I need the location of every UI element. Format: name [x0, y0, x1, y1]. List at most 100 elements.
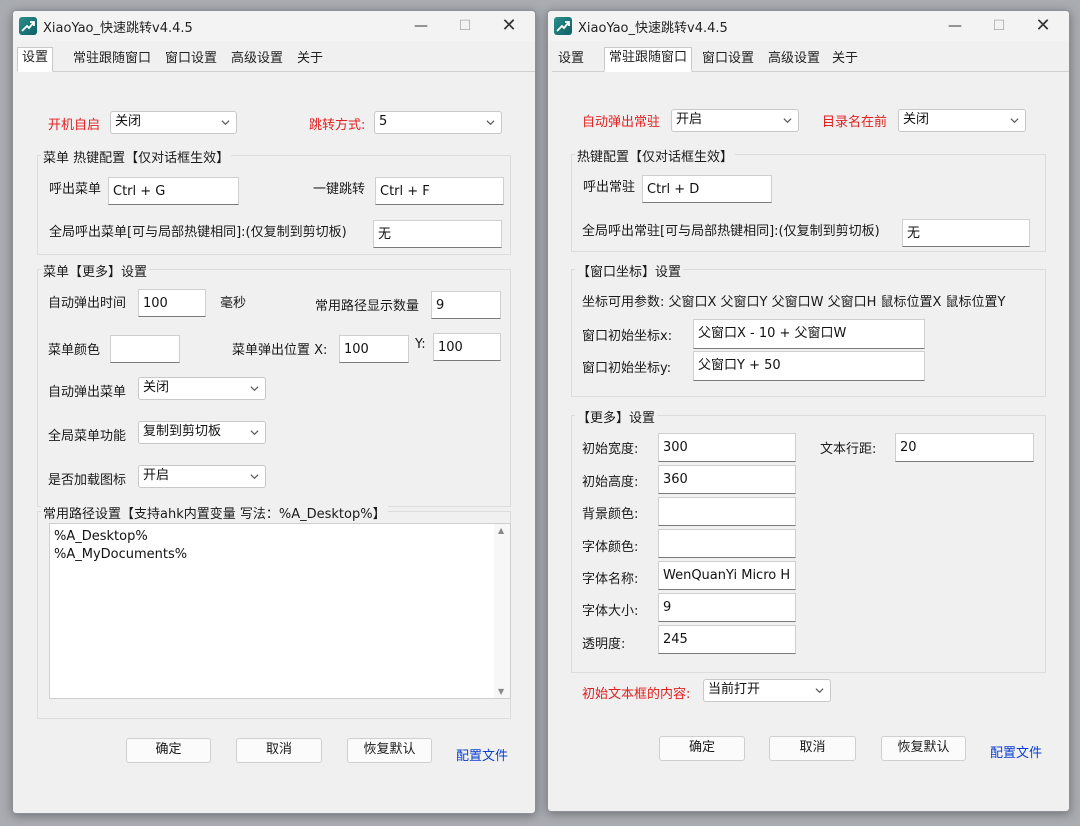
call-menu-label: 呼出菜单 — [49, 182, 102, 197]
chevron-down-icon — [250, 474, 259, 480]
path-count-label: 常用路径显示数量 — [315, 299, 420, 314]
global-resident-hotkey-input[interactable]: 无 — [902, 219, 1030, 247]
line-spacing-label: 文本行距: — [820, 442, 877, 457]
tab-resident-window[interactable]: 常驻跟随窗口 — [69, 49, 155, 70]
auto-resident-value: 开启 — [676, 112, 703, 127]
init-text-value: 当前打开 — [708, 682, 761, 697]
tab-advanced-settings[interactable]: 高级设置 — [227, 49, 287, 70]
call-menu-hotkey-input[interactable]: Ctrl + G — [108, 177, 239, 205]
popup-position-x-input[interactable]: 100 — [339, 335, 409, 363]
settings-window-left: XiaoYao_快速跳转v4.4.5 — ☐ ✕ 设置 常驻跟随窗口 窗口设置 … — [12, 10, 536, 814]
minimize-button[interactable]: — — [933, 11, 977, 41]
dir-name-first-select[interactable]: 关闭 — [898, 109, 1026, 132]
init-y-input[interactable]: 父窗口Y + 50 — [693, 351, 925, 381]
line-spacing-input[interactable]: 20 — [895, 433, 1034, 462]
bg-color-input[interactable] — [658, 497, 796, 526]
call-resident-hotkey-input[interactable]: Ctrl + D — [642, 175, 772, 203]
chevron-down-icon — [250, 430, 259, 436]
font-size-input[interactable]: 9 — [658, 593, 796, 622]
maximize-button[interactable]: ☐ — [977, 11, 1021, 41]
global-menu-hotkey-input[interactable]: 无 — [373, 220, 502, 248]
tab-window-settings[interactable]: 窗口设置 — [698, 49, 758, 70]
chevron-down-icon — [250, 386, 259, 392]
init-y-label: 窗口初始坐标y: — [582, 361, 672, 376]
load-icon-value: 开启 — [143, 468, 170, 483]
cancel-button[interactable]: 取消 — [769, 736, 856, 761]
init-width-input[interactable]: 300 — [658, 433, 796, 462]
global-menu-function-value: 复制到剪切板 — [143, 424, 222, 439]
coord-params-label: 坐标可用参数: 父窗口X 父窗口Y 父窗口W 父窗口H 鼠标位置X 鼠标位置Y — [582, 295, 1006, 310]
chevron-down-icon — [815, 688, 824, 694]
font-name-input[interactable]: WenQuanYi Micro H — [658, 561, 796, 590]
global-menu-function-label: 全局菜单功能 — [48, 429, 127, 444]
scroll-up-icon[interactable]: ▲ — [498, 526, 504, 535]
popup-position-x-label: 菜单弹出位置 X: — [232, 343, 328, 358]
ok-button[interactable]: 确定 — [126, 738, 211, 763]
chevron-down-icon — [221, 120, 230, 126]
jump-mode-value: 5 — [379, 114, 388, 129]
tab-about[interactable]: 关于 — [828, 49, 862, 70]
tab-bar: 设置 常驻跟随窗口 窗口设置 高级设置 关于 — [552, 47, 1069, 72]
chevron-down-icon — [1010, 118, 1019, 124]
chevron-down-icon — [783, 118, 792, 124]
autostart-select[interactable]: 关闭 — [110, 111, 237, 134]
hotkey-group-title: 热键配置【仅对话框生效】 — [575, 146, 736, 165]
close-button[interactable]: ✕ — [1021, 11, 1065, 41]
tab-about[interactable]: 关于 — [293, 49, 327, 70]
auto-popup-menu-label: 自动弹出菜单 — [48, 385, 127, 400]
more-settings-group-title: 【更多】设置 — [575, 407, 658, 426]
title-bar[interactable]: XiaoYao_快速跳转v4.4.5 — ☐ ✕ — [13, 11, 535, 41]
app-icon — [554, 17, 572, 35]
init-x-label: 窗口初始坐标x: — [582, 329, 673, 344]
autostart-label: 开机自启 — [48, 118, 101, 133]
config-file-link[interactable]: 配置文件 — [990, 742, 1042, 761]
path-count-input[interactable]: 9 — [431, 291, 501, 319]
one-key-jump-hotkey-input[interactable]: Ctrl + F — [375, 177, 504, 205]
init-text-label: 初始文本框的内容: — [582, 687, 691, 702]
tab-settings[interactable]: 设置 — [554, 49, 588, 70]
cancel-button[interactable]: 取消 — [236, 738, 322, 763]
opacity-input[interactable]: 245 — [658, 625, 796, 654]
auto-popup-time-label: 自动弹出时间 — [48, 296, 127, 311]
config-file-link[interactable]: 配置文件 — [456, 745, 508, 764]
app-icon — [19, 17, 37, 35]
auto-resident-select[interactable]: 开启 — [671, 109, 799, 132]
jump-mode-label: 跳转方式: — [309, 118, 366, 133]
maximize-button[interactable]: ☐ — [443, 11, 487, 41]
font-color-input[interactable] — [658, 529, 796, 558]
reset-default-button[interactable]: 恢复默认 — [881, 736, 966, 761]
auto-popup-time-input[interactable]: 100 — [138, 289, 206, 317]
tab-resident-window[interactable]: 常驻跟随窗口 — [604, 47, 693, 72]
global-menu-function-select[interactable]: 复制到剪切板 — [138, 421, 266, 444]
font-name-label: 字体名称: — [582, 572, 639, 587]
bg-color-label: 背景颜色: — [582, 507, 639, 522]
close-button[interactable]: ✕ — [487, 11, 531, 41]
milliseconds-label: 毫秒 — [220, 296, 247, 311]
menu-color-input[interactable] — [110, 335, 180, 363]
common-paths-textarea[interactable]: %A_Desktop% %A_MyDocuments% ▲ ▼ — [49, 523, 511, 699]
popup-position-y-input[interactable]: 100 — [433, 333, 501, 361]
popup-position-y-label: Y: — [415, 337, 426, 352]
init-height-input[interactable]: 360 — [658, 465, 796, 494]
auto-popup-menu-select[interactable]: 关闭 — [138, 377, 266, 400]
global-menu-label: 全局呼出菜单[可与局部热键相同]:(仅复制到剪切板) — [49, 225, 347, 240]
tab-advanced-settings[interactable]: 高级设置 — [764, 49, 824, 70]
reset-default-button[interactable]: 恢复默认 — [347, 738, 432, 763]
menu-more-group-title: 菜单【更多】设置 — [41, 261, 150, 280]
title-bar[interactable]: XiaoYao_快速跳转v4.4.5 — ☐ ✕ — [548, 11, 1069, 41]
one-key-jump-label: 一键跳转 — [313, 182, 366, 197]
init-x-input[interactable]: 父窗口X - 10 + 父窗口W — [693, 319, 925, 349]
ok-button[interactable]: 确定 — [659, 736, 745, 761]
load-icon-select[interactable]: 开启 — [138, 465, 266, 488]
window-coord-group-title: 【窗口坐标】设置 — [575, 261, 684, 280]
settings-window-right: XiaoYao_快速跳转v4.4.5 — ☐ ✕ 设置 常驻跟随窗口 窗口设置 … — [547, 10, 1070, 812]
global-resident-label: 全局呼出常驻[可与局部热键相同]:(仅复制到剪切板) — [582, 224, 880, 239]
tab-settings[interactable]: 设置 — [17, 47, 54, 72]
minimize-button[interactable]: — — [399, 11, 443, 41]
textarea-scrollbar[interactable]: ▲ ▼ — [494, 524, 510, 698]
tab-window-settings[interactable]: 窗口设置 — [161, 49, 221, 70]
font-color-label: 字体颜色: — [582, 540, 639, 555]
scroll-down-icon[interactable]: ▼ — [498, 687, 504, 696]
init-text-select[interactable]: 当前打开 — [703, 679, 831, 702]
jump-mode-select[interactable]: 5 — [374, 111, 502, 134]
